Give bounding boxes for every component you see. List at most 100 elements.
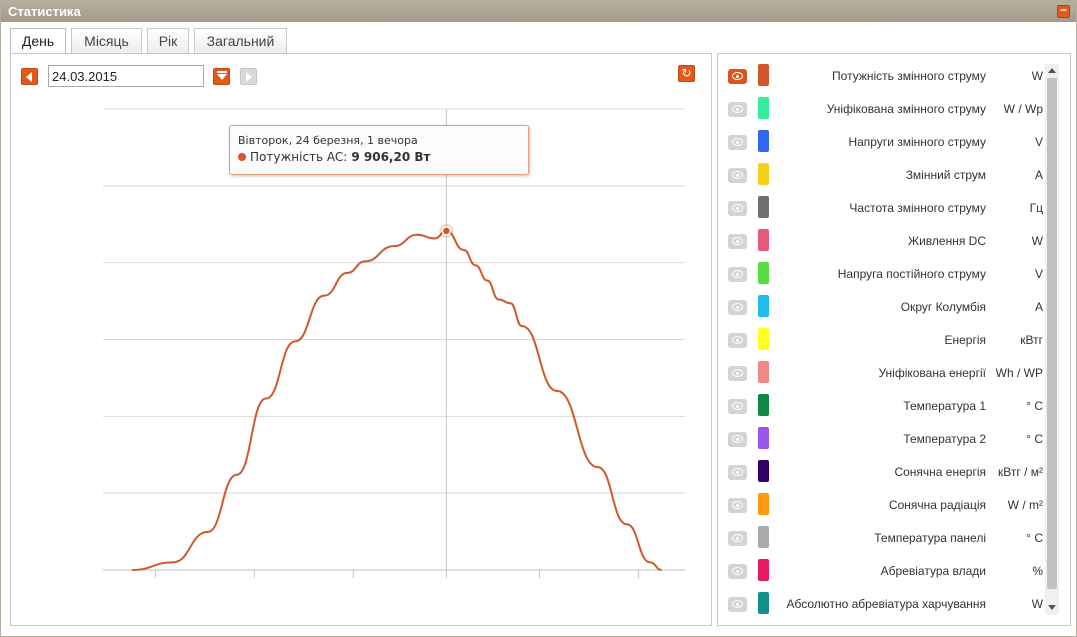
legend-item-unit: W [1031,234,1043,248]
legend-item-unit: V [1034,135,1043,149]
eye-outline [732,72,743,80]
eye-outline [732,204,743,212]
legend-item-label: Сонячна енергія [894,465,986,479]
series-color-swatch [758,64,769,86]
eye-icon[interactable] [728,168,747,183]
series-color-swatch [758,196,769,218]
eye-outline [732,237,743,245]
series-color-swatch [758,130,769,152]
series-dot-icon [238,153,246,161]
eye-outline [732,402,743,410]
eye-icon[interactable] [728,135,747,150]
statistics-window: Статистика − День Місяць Рік Загальний ↻ [0,0,1077,637]
eye-pupil [736,470,739,474]
legend-item-unit: A [1034,168,1043,182]
legend-item: Енергія кВтг [718,324,1048,357]
legend-item-label: Температура панелі [874,531,986,545]
legend-item-unit: ° C [1026,399,1043,413]
eye-outline [732,336,743,344]
legend-item-label: Сонячна радіація [888,498,986,512]
legend-item: Змінний струм A [718,159,1048,192]
legend-item: Частота змінного струму Гц [718,192,1048,225]
eye-pupil [736,239,739,243]
eye-outline [732,534,743,542]
legend-item-label: Змінний струм [905,168,986,182]
legend-item-unit: Гц [1029,201,1043,215]
series-color-swatch [758,460,769,482]
legend-item-unit: A [1034,300,1043,314]
series-color-swatch [758,163,769,185]
eye-icon[interactable] [728,432,747,447]
chart-panel: ↻ Вівторок, 24 березня, 1 вечора Потужні… [10,53,712,626]
legend-item-label: Живлення DC [908,234,986,248]
eye-icon[interactable] [728,333,747,348]
eye-icon[interactable] [728,234,747,249]
eye-pupil [736,503,739,507]
eye-icon[interactable] [728,465,747,480]
series-color-swatch [758,394,769,416]
eye-outline [732,369,743,377]
eye-outline [732,567,743,575]
series-color-swatch [758,526,769,548]
eye-icon[interactable] [728,267,747,282]
series-line-ac-power [132,229,662,571]
scroll-down-icon[interactable] [1048,605,1056,610]
legend-item: Напруга постійного струму V [718,258,1048,291]
eye-icon[interactable] [728,201,747,216]
eye-icon[interactable] [728,300,747,315]
series-color-swatch [758,361,769,383]
legend-item-label: Округ Колумбія [900,300,986,314]
scroll-up-icon[interactable] [1048,68,1056,73]
scroll-thumb[interactable] [1047,78,1057,589]
eye-outline [732,435,743,443]
legend-item: Сонячна енергія кВтг / м² [718,456,1048,489]
eye-icon[interactable] [728,597,747,612]
legend-item: Уніфікована енергії Wh / WP [718,357,1048,390]
tab-month[interactable]: Місяць [71,28,142,54]
minimize-icon[interactable]: − [1057,4,1070,18]
legend-item-unit: W [1031,597,1043,611]
eye-icon[interactable] [728,564,747,579]
eye-icon[interactable] [728,531,747,546]
tooltip-date: Вівторок, 24 березня, 1 вечора [238,134,418,147]
legend-item-unit: Wh / WP [995,366,1043,380]
legend-item: Температура панелі ° C [718,522,1048,555]
series-color-swatch [758,328,769,350]
legend-item-unit: ° C [1026,432,1043,446]
eye-icon[interactable] [728,69,747,84]
legend-item-unit: % [1032,564,1043,578]
legend-item-label: Уніфікована змінного струму [826,102,986,116]
eye-icon[interactable] [728,102,747,117]
eye-outline [732,138,743,146]
legend-item: Напруги змінного струму V [718,126,1048,159]
legend-scrollbar[interactable] [1045,64,1059,615]
series-color-swatch [758,592,769,614]
eye-outline [732,171,743,179]
chart-grid [103,108,685,571]
series-color-swatch [758,97,769,119]
eye-pupil [736,404,739,408]
eye-outline [732,105,743,113]
eye-outline [732,270,743,278]
legend-item-unit: W / Wp [1003,102,1043,116]
legend-item-unit: кВтг [1020,333,1043,347]
legend-item-label: Абсолютно абревіатура харчування [786,597,986,611]
legend-item-unit: W [1031,69,1043,83]
window-titlebar: Статистика − [1,1,1076,22]
series-color-swatch [758,559,769,581]
eye-pupil [736,602,739,606]
tab-day[interactable]: День [10,28,66,55]
tab-total[interactable]: Загальний [194,28,287,54]
legend-item: Округ Колумбія A [718,291,1048,324]
eye-icon[interactable] [728,498,747,513]
eye-icon[interactable] [728,399,747,414]
tooltip-value: 9 906,20 Вт [351,150,431,164]
eye-icon[interactable] [728,366,747,381]
series-color-swatch [758,295,769,317]
eye-pupil [736,338,739,342]
window-title: Статистика [8,4,81,19]
legend-item-unit: кВтг / м² [998,465,1043,479]
tab-year[interactable]: Рік [147,28,189,54]
eye-outline [732,501,743,509]
series-color-swatch [758,493,769,515]
